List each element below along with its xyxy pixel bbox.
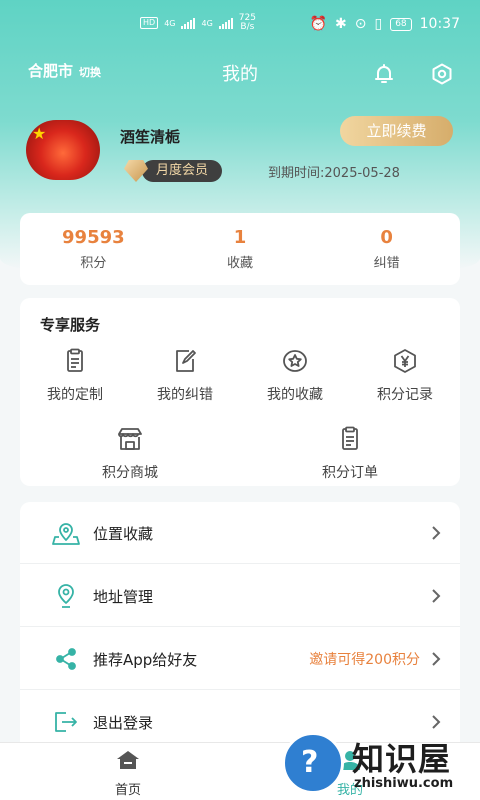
hd-indicator: HD	[140, 17, 159, 29]
clipboard-icon	[67, 348, 83, 372]
service-label: 积分商城	[102, 465, 158, 481]
home-icon	[117, 751, 139, 769]
service-label: 我的收藏	[267, 387, 323, 403]
order-icon	[342, 426, 358, 450]
expire-date: 到期时间:2025-05-28	[268, 166, 400, 181]
service-label: 我的纠错	[157, 387, 213, 403]
menu-item-share-app[interactable]: 推荐App给好友 邀请可得200积分	[20, 628, 460, 690]
service-label: 我的定制	[47, 387, 103, 403]
stat-value: 1	[233, 227, 247, 248]
battery-icon: 68	[390, 17, 412, 31]
service-points-mall[interactable]: 积分商城	[75, 426, 185, 482]
page-title: 我的	[222, 64, 258, 85]
invite-reward-text: 邀请可得200积分	[309, 652, 420, 668]
chevron-right-icon	[432, 715, 441, 729]
store-icon	[118, 428, 142, 450]
bell-icon[interactable]	[372, 62, 396, 86]
gear-icon[interactable]	[430, 62, 454, 86]
signal-icon	[218, 17, 233, 29]
service-label: 积分记录	[377, 387, 433, 403]
stat-label: 纠错	[373, 256, 400, 271]
watermark-text: 知识屋	[352, 740, 452, 778]
watermark-url: zhishiwu.com	[354, 776, 454, 791]
status-indicators: HD 4G 4G 725 B/s	[140, 14, 256, 32]
watermark-logo: ? 知识屋 zhishiwu.com	[282, 730, 480, 800]
help-question-icon: ?	[282, 732, 344, 794]
chevron-right-icon	[432, 589, 441, 603]
nav-home[interactable]: 首页	[78, 749, 178, 798]
nav-label: 首页	[114, 783, 141, 798]
bluetooth-icon: ✱	[335, 16, 347, 32]
member-badge: 月度会员	[124, 160, 223, 182]
network-speed: 725 B/s	[238, 13, 256, 32]
location-status-icon: ⊙	[354, 16, 367, 32]
network-type-2: 4G	[201, 18, 213, 28]
services-card: 专享服务 我的定制 我的纠错 我的收藏 积分记录 积分商城 积分订单	[20, 298, 460, 486]
app-header: 合肥市 切换 我的	[0, 60, 480, 90]
logout-icon	[55, 712, 77, 732]
vibrate-icon: ▯	[374, 16, 383, 32]
menu-label: 地址管理	[93, 588, 154, 606]
menu-item-location-favorites[interactable]: 位置收藏	[20, 502, 460, 564]
clock: 10:37	[419, 16, 460, 32]
stat-corrections[interactable]: 0 纠错	[313, 213, 460, 285]
flag-stars-icon: ★	[32, 124, 47, 143]
username: 酒笙清栀	[120, 128, 181, 146]
member-level: 月度会员	[142, 160, 223, 182]
stat-points[interactable]: 99593 积分	[20, 213, 167, 285]
menu-label: 退出登录	[93, 714, 154, 732]
service-my-favorites[interactable]: 我的收藏	[240, 348, 350, 404]
signal-icon	[181, 17, 196, 29]
stats-card: 99593 积分 1 收藏 0 纠错	[20, 213, 460, 285]
menu-list: 位置收藏 地址管理 推荐App给好友 邀请可得200积分 退出登录	[20, 502, 460, 752]
location-icon	[58, 584, 74, 608]
chevron-right-icon	[432, 652, 441, 666]
service-label: 积分订单	[322, 465, 378, 481]
star-badge-icon	[283, 350, 307, 372]
status-right: ⏰ ✱ ⊙ ▯ 68 10:37	[310, 16, 460, 32]
alarm-icon: ⏰	[309, 16, 327, 32]
service-my-corrections[interactable]: 我的纠错	[130, 348, 240, 404]
menu-label: 推荐App给好友	[93, 651, 198, 669]
menu-item-address-management[interactable]: 地址管理	[20, 565, 460, 627]
stat-value: 99593	[62, 227, 125, 248]
stat-favorites[interactable]: 1 收藏	[167, 213, 314, 285]
service-points-orders[interactable]: 积分订单	[295, 426, 405, 482]
service-my-custom[interactable]: 我的定制	[20, 348, 130, 404]
avatar[interactable]: ★	[26, 120, 100, 180]
share-icon	[56, 648, 76, 670]
network-type-1: 4G	[164, 18, 176, 28]
stat-label: 积分	[80, 256, 107, 271]
service-points-record[interactable]: 积分记录	[350, 348, 460, 404]
status-bar: HD 4G 4G 725 B/s ⏰ ✱ ⊙ ▯ 68 10:37	[0, 0, 480, 50]
menu-label: 位置收藏	[93, 525, 154, 543]
services-title: 专享服务	[40, 316, 101, 334]
map-pin-icon	[52, 523, 80, 545]
renew-button[interactable]: 立即续费	[340, 116, 453, 146]
stat-label: 收藏	[227, 256, 254, 271]
stat-value: 0	[380, 227, 393, 248]
yen-badge-icon	[394, 349, 416, 373]
edit-icon	[176, 350, 196, 372]
chevron-right-icon	[432, 526, 441, 540]
